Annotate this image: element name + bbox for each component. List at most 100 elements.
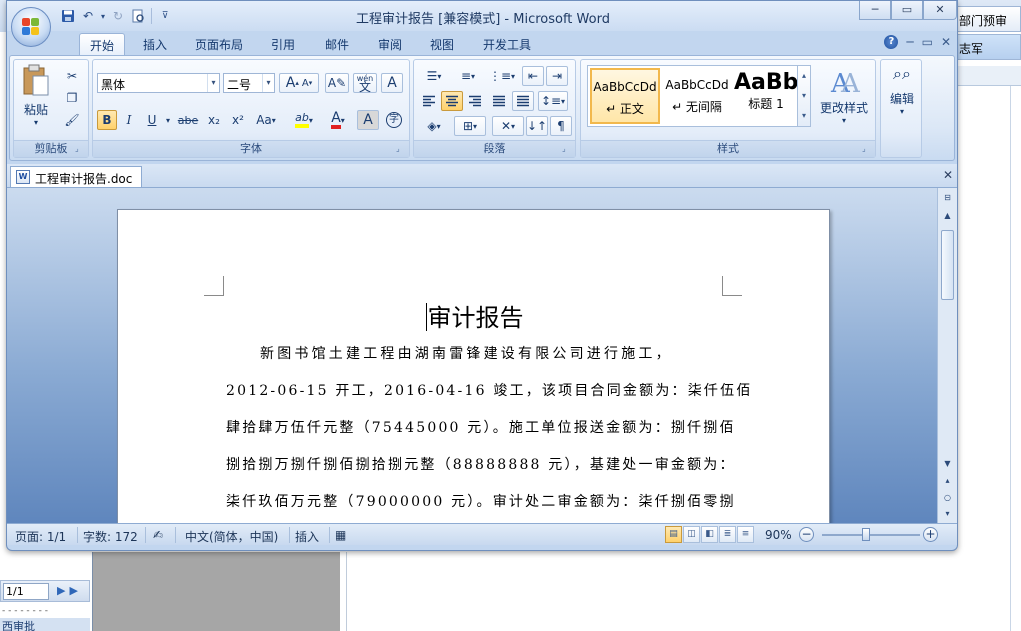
font-size-dropdown-icon[interactable]: ▾: [262, 74, 274, 92]
font-size-combo[interactable]: 二号 ▾: [223, 73, 275, 93]
zoom-level[interactable]: 90%: [765, 528, 792, 542]
document-close-icon[interactable]: ✕: [943, 168, 953, 182]
minimize-button[interactable]: ─: [859, 1, 891, 20]
scroll-up-icon[interactable]: ▲: [940, 208, 955, 223]
styles-launcher-icon[interactable]: ⌟: [862, 144, 872, 154]
background-list-item[interactable]: 西审批: [0, 618, 90, 631]
superscript-button[interactable]: x²: [227, 110, 249, 130]
borders-icon[interactable]: ⊞ ▾: [454, 116, 486, 136]
gallery-down-icon[interactable]: ▾: [798, 86, 810, 106]
document-title[interactable]: 审计报告: [118, 298, 831, 333]
ribbon-close-icon[interactable]: ✕: [941, 35, 951, 49]
paste-button[interactable]: 粘贴 ▾: [18, 64, 54, 138]
tab-review[interactable]: 审阅: [370, 33, 410, 55]
format-painter-icon[interactable]: 🖌: [62, 110, 82, 130]
zoom-in-icon[interactable]: +: [923, 527, 938, 542]
enclose-characters-icon[interactable]: 字: [383, 110, 405, 130]
office-button[interactable]: [11, 7, 51, 47]
phonetic-guide-icon[interactable]: wén 文: [353, 73, 377, 93]
font-color-button[interactable]: A ▾: [323, 110, 353, 130]
show-marks-icon[interactable]: ¶: [550, 116, 572, 136]
previous-page-icon[interactable]: ▴: [940, 473, 955, 488]
highlight-button[interactable]: ab ▾: [287, 110, 321, 130]
document-body[interactable]: 新图书馆土建工程由湖南雷锋建设有限公司进行施工， 2012-06-15 开工，2…: [226, 336, 750, 521]
copy-icon[interactable]: ❐: [62, 88, 82, 108]
editing-button[interactable]: ⌕⌕ 编辑 ▾: [883, 64, 921, 144]
clipboard-launcher-icon[interactable]: ⌟: [75, 144, 85, 154]
bold-button[interactable]: B: [97, 110, 117, 130]
web-layout-icon[interactable]: ◧: [701, 526, 718, 543]
character-border-icon[interactable]: A: [381, 73, 403, 93]
numbering-icon[interactable]: ≡ ▾: [452, 66, 484, 86]
ribbon-minimize-icon[interactable]: ─: [906, 35, 913, 49]
tab-references[interactable]: 引用: [263, 33, 303, 55]
style-normal[interactable]: AaBbCcDd ↵ 正文: [590, 68, 660, 124]
justify-icon[interactable]: [488, 91, 510, 111]
gallery-more-icon[interactable]: ▾: [798, 106, 810, 126]
help-icon[interactable]: ?: [884, 35, 899, 49]
zoom-slider[interactable]: [822, 534, 920, 536]
bullets-icon[interactable]: ☰ ▾: [418, 66, 450, 86]
shrink-font-icon[interactable]: A: [302, 78, 309, 89]
style-no-spacing[interactable]: AaBbCcDd ↵ 无间隔: [662, 68, 732, 124]
style-heading-1[interactable]: AaBb 标题 1: [734, 68, 798, 124]
underline-button[interactable]: U: [141, 110, 163, 130]
strikethrough-button[interactable]: abe: [175, 110, 201, 130]
restore-button[interactable]: ▭: [891, 1, 923, 20]
page-count[interactable]: 页面: 1/1: [15, 528, 66, 545]
vertical-scrollbar[interactable]: ⊟ ▲ ▼ ▴ ○ ▾: [937, 188, 957, 523]
cut-icon[interactable]: ✂: [62, 66, 82, 86]
increase-indent-icon[interactable]: ⇥: [546, 66, 568, 86]
align-right-icon[interactable]: [464, 91, 486, 111]
multilevel-list-icon[interactable]: ⋮≡ ▾: [486, 66, 518, 86]
tab-page-layout[interactable]: 页面布局: [187, 33, 251, 55]
tab-developer[interactable]: 开发工具: [475, 33, 539, 55]
asian-layout-icon[interactable]: ✕ ▾: [492, 116, 524, 136]
subscript-button[interactable]: x₂: [203, 110, 225, 130]
ribbon-restore-icon[interactable]: ▭: [922, 35, 933, 49]
line-spacing-icon[interactable]: ↕≡ ▾: [538, 91, 568, 111]
decrease-indent-icon[interactable]: ⇤: [522, 66, 544, 86]
background-tab-dept-review[interactable]: 部门预审: [950, 6, 1021, 32]
background-page-input[interactable]: 1/1: [3, 583, 49, 600]
word-count[interactable]: 字数: 172: [83, 528, 138, 545]
font-name-combo[interactable]: 黑体 ▾: [97, 73, 220, 93]
paragraph-launcher-icon[interactable]: ⌟: [562, 144, 572, 154]
distributed-icon[interactable]: [512, 91, 534, 111]
align-center-icon[interactable]: [441, 91, 463, 111]
underline-dropdown-icon[interactable]: ▾: [163, 110, 173, 130]
outline-icon[interactable]: ≣: [719, 526, 736, 543]
document-page[interactable]: 审计报告 新图书馆土建工程由湖南雷锋建设有限公司进行施工， 2012-06-15…: [117, 209, 830, 523]
sort-icon[interactable]: ↓↑: [526, 116, 548, 136]
gallery-up-icon[interactable]: ▴: [798, 66, 810, 86]
full-screen-reading-icon[interactable]: ◫: [683, 526, 700, 543]
next-page-icon[interactable]: ▾: [940, 506, 955, 521]
italic-button[interactable]: I: [119, 110, 139, 130]
insert-mode[interactable]: 插入: [295, 528, 319, 545]
ruler-toggle-icon[interactable]: ⊟: [940, 190, 955, 205]
scroll-down-icon[interactable]: ▼: [940, 456, 955, 471]
change-styles-button[interactable]: AA 更改样式 ▾: [817, 66, 871, 140]
shading-icon[interactable]: ◈ ▾: [418, 116, 450, 136]
tab-home[interactable]: 开始: [79, 33, 125, 55]
tab-mailings[interactable]: 邮件: [317, 33, 357, 55]
font-name-dropdown-icon[interactable]: ▾: [207, 74, 219, 92]
font-launcher-icon[interactable]: ⌟: [396, 144, 406, 154]
change-case-button[interactable]: Aa ▾: [251, 110, 281, 130]
document-tab[interactable]: W 工程审计报告.doc: [10, 166, 142, 187]
tab-insert[interactable]: 插入: [135, 33, 175, 55]
print-layout-icon[interactable]: ▤: [665, 526, 682, 543]
select-browse-object-icon[interactable]: ○: [940, 490, 955, 505]
background-tab-zhijun[interactable]: 志军: [950, 34, 1021, 60]
zoom-slider-thumb[interactable]: [862, 528, 871, 541]
next-page-icon[interactable]: ▶▶: [57, 584, 82, 597]
tab-view[interactable]: 视图: [422, 33, 462, 55]
language[interactable]: 中文(简体，中国): [185, 528, 278, 545]
grow-font-icon[interactable]: A: [286, 75, 296, 91]
close-button[interactable]: ✕: [923, 1, 957, 20]
clear-formatting-icon[interactable]: A✎: [325, 73, 349, 93]
scroll-thumb[interactable]: [941, 230, 954, 300]
character-shading-icon[interactable]: A: [357, 110, 379, 130]
macro-record-icon[interactable]: ▦: [335, 528, 346, 542]
zoom-out-icon[interactable]: −: [799, 527, 814, 542]
